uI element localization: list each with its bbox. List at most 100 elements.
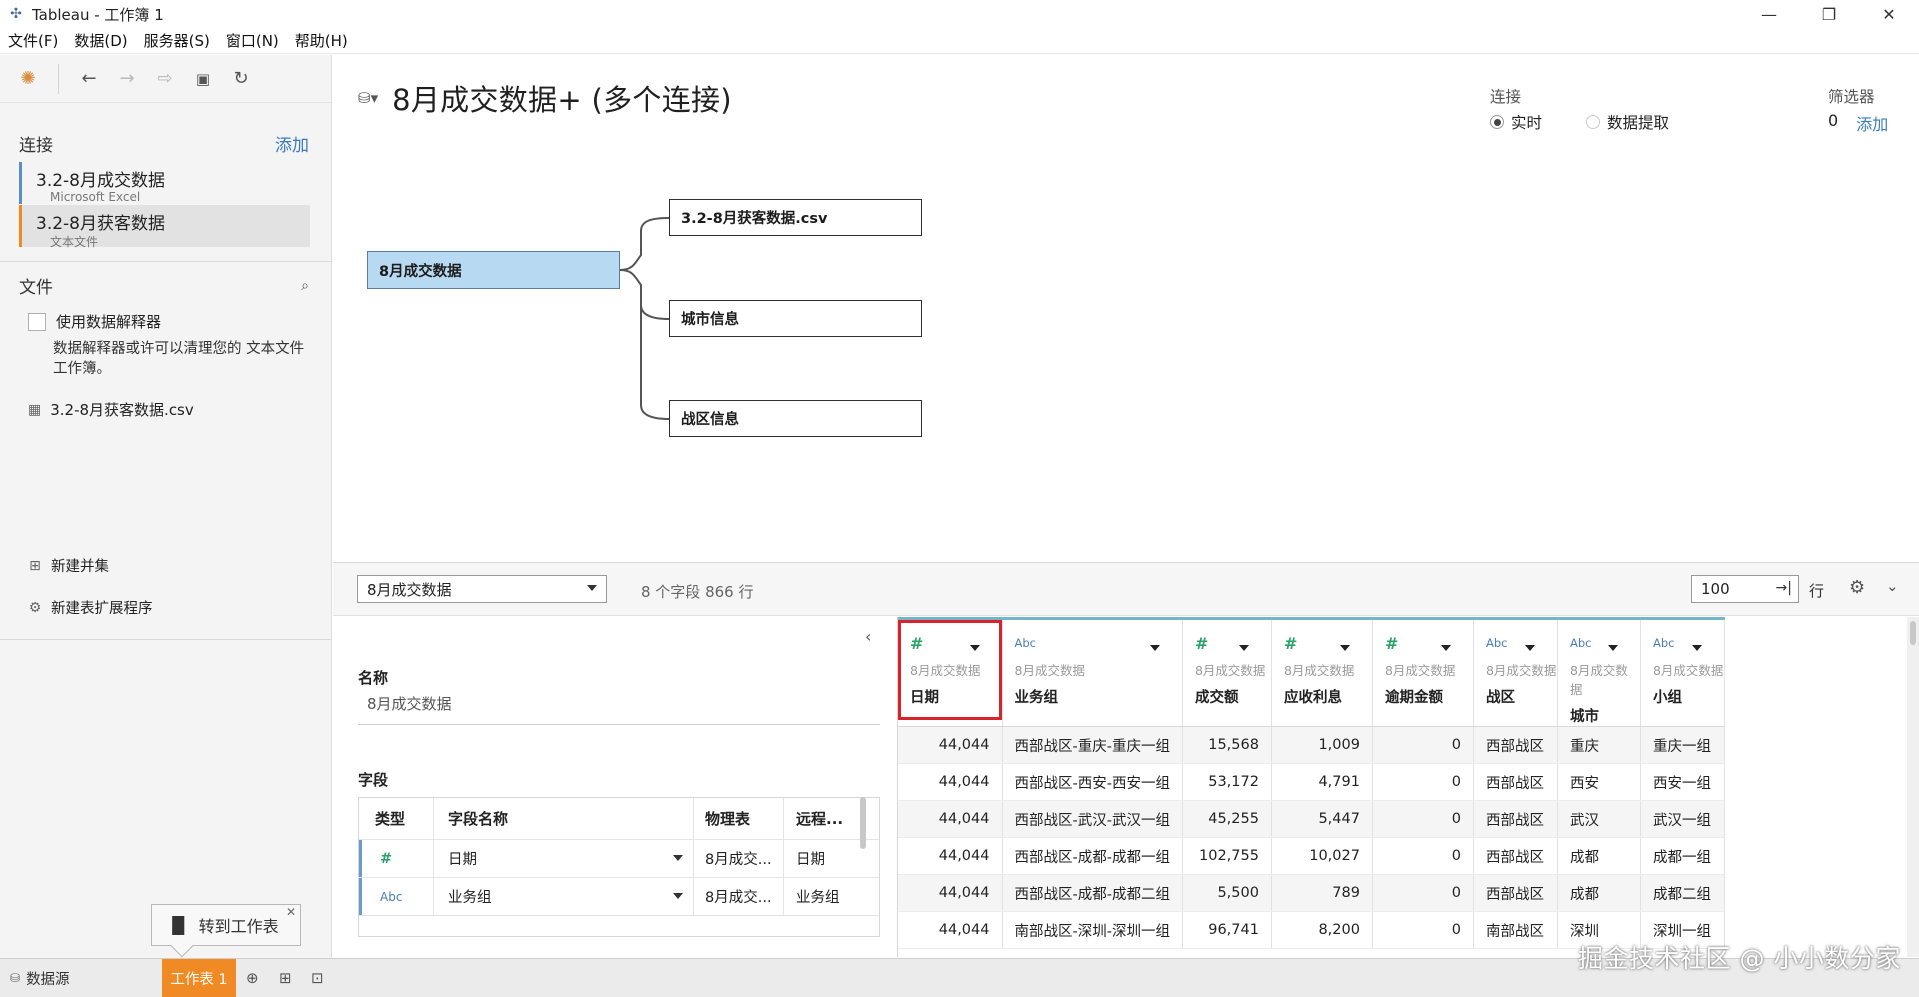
scrollbar-thumb[interactable] [1910,621,1916,645]
grid-column-header[interactable]: #8月成交数据 逾期金额 [1372,617,1474,727]
table-cell[interactable]: 44,044 [898,726,1003,764]
table-cell[interactable]: 5,500 [1182,874,1272,912]
number-type-icon[interactable]: # [1284,634,1297,653]
add-connection-link[interactable]: 添加 [275,131,309,156]
table-cell[interactable]: 5,447 [1271,800,1373,838]
grid-column-header[interactable]: #8月成交数据 日期 [898,617,1003,727]
table-cell[interactable]: 45,255 [1182,800,1272,838]
chevron-down-icon[interactable] [673,855,683,861]
grid-column-header[interactable]: #8月成交数据 应收利息 [1271,617,1373,727]
table-cell[interactable]: 1,009 [1271,726,1373,764]
table-cell[interactable]: 4,791 [1271,763,1373,801]
database-icon[interactable]: ⛁▾ [358,89,378,107]
chevron-left-icon[interactable]: ‹ [865,627,871,646]
apply-rows-icon[interactable]: →| [1776,580,1792,596]
chevron-down-icon[interactable] [1149,645,1160,651]
chevron-down-icon[interactable] [1524,645,1535,651]
data-interpreter-checkbox[interactable] [28,312,46,331]
table-cell[interactable]: 西部战区-成都-成都一组 [1002,837,1183,875]
table-cell[interactable]: 南部战区 [1473,911,1558,949]
string-type-icon[interactable]: Abc [380,890,402,904]
chevron-down-icon[interactable] [1607,645,1618,651]
table-cell[interactable]: 西部战区-重庆-重庆一组 [1002,726,1183,764]
table-cell[interactable]: 102,755 [1182,837,1272,875]
grid-column-header[interactable]: #8月成交数据 成交额 [1182,617,1272,727]
chevron-down-icon[interactable]: ⌄ [1886,577,1899,595]
column-header[interactable]: 物理表 [693,798,783,839]
grid-column-header[interactable]: Abc 8月成交数据 小组 [1640,617,1725,727]
chevron-down-icon[interactable] [969,645,980,651]
table-cell[interactable]: 44,044 [898,800,1003,838]
table-cell[interactable]: 10,027 [1271,837,1373,875]
field-row[interactable]: Abc 业务组 8月成交... 业务组 [359,878,879,916]
table-cell[interactable]: 0 [1372,800,1474,838]
save-icon[interactable]: ▣ [189,65,217,93]
table-cell[interactable]: 0 [1372,837,1474,875]
menu-file[interactable]: 文件(F) [0,30,66,51]
root-table-box[interactable]: 8月成交数据 [367,251,620,289]
extract-radio[interactable] [1586,115,1601,129]
new-table-extension-button[interactable]: ⚙ 新建表扩展程序 [28,597,153,618]
chevron-down-icon[interactable] [1691,645,1702,651]
table-cell[interactable]: 44,044 [898,911,1003,949]
connection-item-text[interactable]: 3.2-8月获客数据 文本文件 [19,205,310,249]
new-union-button[interactable]: ⊞ 新建并集 [28,555,109,576]
table-cell[interactable]: 西部战区-武汉-武汉一组 [1002,800,1183,838]
table-cell[interactable]: 西部战区 [1473,800,1558,838]
live-radio[interactable] [1490,115,1504,129]
table-cell[interactable]: 西安一组 [1640,763,1725,801]
table-cell[interactable]: 成都 [1557,837,1641,875]
extract-option[interactable]: 数据提取 [1586,111,1669,133]
table-cell[interactable]: 南部战区-深圳-深圳一组 [1002,911,1183,949]
table-cell[interactable]: 44,044 [898,837,1003,875]
string-type-icon[interactable]: Abc [1570,636,1592,650]
chevron-down-icon[interactable] [1440,645,1451,651]
chevron-down-icon[interactable] [1238,645,1249,651]
search-icon[interactable]: ⌕ [301,278,309,294]
table-cell[interactable]: 0 [1372,874,1474,912]
menu-data[interactable]: 数据(D) [66,30,135,51]
rows-count-input[interactable]: 100 →| [1691,575,1799,603]
tab-sheet-1[interactable]: 工作表 1 [162,959,236,997]
tableau-home-icon[interactable]: ✺ [14,65,42,93]
table-cell[interactable]: 成都一组 [1640,837,1725,875]
number-type-icon[interactable]: # [910,634,923,653]
grid-scrollbar[interactable] [1907,617,1919,957]
joined-table-box[interactable]: 城市信息 [669,300,922,337]
table-cell[interactable]: 成都二组 [1640,874,1725,912]
column-header[interactable]: 类型 [359,808,433,829]
menu-help[interactable]: 帮助(H) [287,30,356,51]
table-cell[interactable]: 西安 [1557,763,1641,801]
table-cell[interactable]: 西部战区 [1473,726,1558,764]
name-value[interactable]: 8月成交数据 [367,693,452,714]
fields-scrollbar[interactable] [860,797,866,849]
close-icon[interactable]: ✕ [286,905,296,919]
number-type-icon[interactable]: # [1385,634,1398,653]
string-type-icon[interactable]: Abc [1015,636,1037,650]
table-cell[interactable]: 44,044 [898,763,1003,801]
close-window-button[interactable]: ✕ [1859,0,1919,28]
chevron-down-icon[interactable] [1339,645,1350,651]
gear-icon[interactable]: ⚙ [1849,577,1865,598]
table-cell[interactable]: 96,741 [1182,911,1272,949]
table-cell[interactable]: 西部战区-西安-西安一组 [1002,763,1183,801]
table-cell[interactable]: 重庆一组 [1640,726,1725,764]
table-cell[interactable]: 西部战区 [1473,874,1558,912]
new-dashboard-icon[interactable]: ⊞ [279,969,292,987]
menu-window[interactable]: 窗口(N) [218,30,287,51]
undo-icon[interactable]: ← [75,65,103,93]
minimize-button[interactable]: — [1739,0,1799,28]
table-cell[interactable]: 0 [1372,763,1474,801]
table-cell[interactable]: 789 [1271,874,1373,912]
table-cell[interactable]: 15,568 [1182,726,1272,764]
table-cell[interactable]: 重庆 [1557,726,1641,764]
table-cell[interactable]: 成都 [1557,874,1641,912]
table-cell[interactable]: 西部战区-成都-成都二组 [1002,874,1183,912]
table-cell[interactable]: 8,200 [1271,911,1373,949]
connection-item-excel[interactable]: 3.2-8月成交数据 Microsoft Excel [19,162,310,204]
table-cell[interactable]: 西部战区 [1473,763,1558,801]
forward-icon[interactable]: ⇨ [151,65,179,93]
string-type-icon[interactable]: Abc [1486,636,1508,650]
chevron-down-icon[interactable] [673,893,683,899]
table-cell[interactable]: 53,172 [1182,763,1272,801]
